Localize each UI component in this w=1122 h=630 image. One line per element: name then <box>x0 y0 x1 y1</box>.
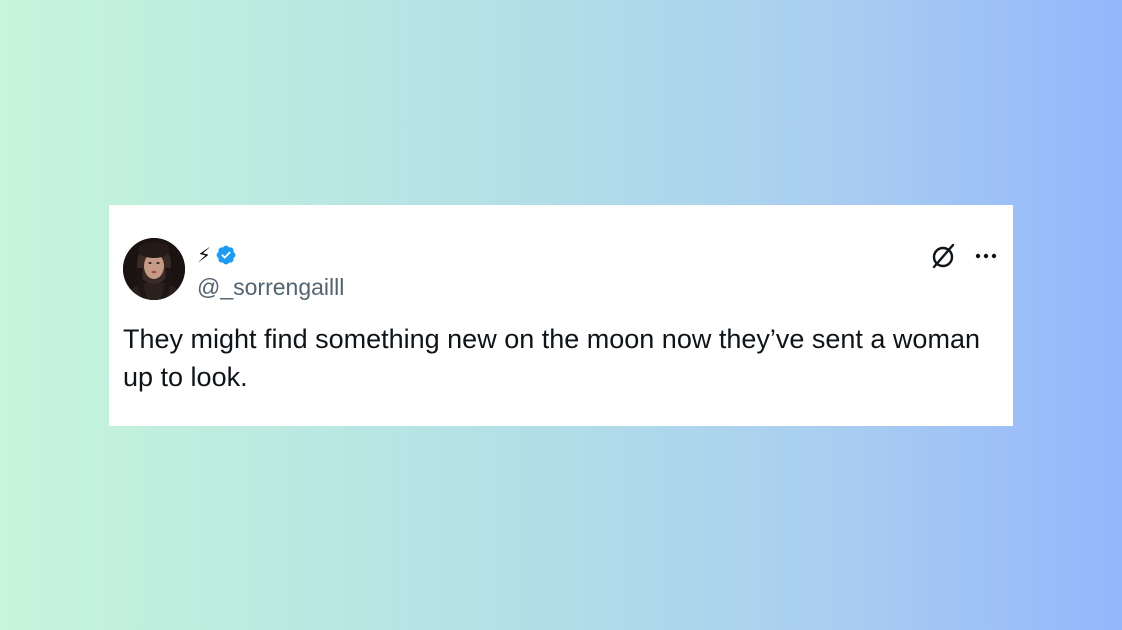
avatar[interactable] <box>123 238 185 300</box>
more-options-icon[interactable] <box>975 252 997 260</box>
tweet-text: They might find something new on the moo… <box>123 324 980 392</box>
avatar-image <box>123 238 185 300</box>
tweet-actions <box>929 242 997 270</box>
user-handle[interactable]: @_sorrengailll <box>197 273 344 301</box>
display-name-row: ⚡ <box>197 243 237 267</box>
x-logo-icon[interactable] <box>929 242 957 270</box>
tweet-card: ⚡ @_sorrengailll They might find somethi… <box>109 205 1013 426</box>
display-name[interactable]: ⚡ <box>197 245 211 265</box>
verified-badge-icon <box>216 245 236 265</box>
